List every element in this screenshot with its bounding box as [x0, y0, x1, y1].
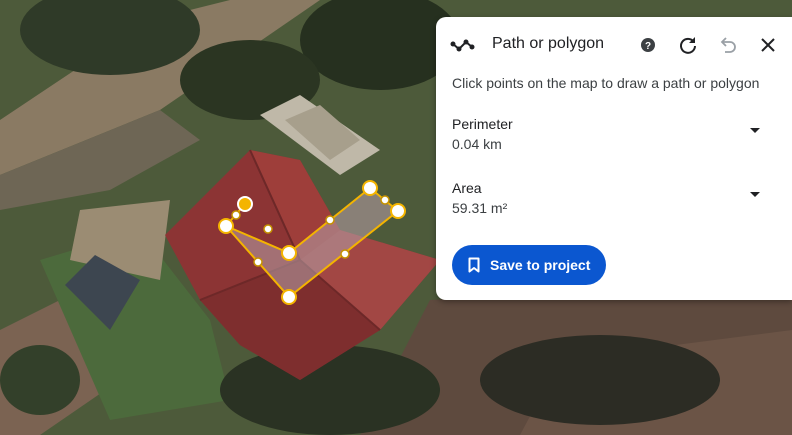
vertex-handle: [281, 245, 297, 261]
midpoint-handle: [380, 195, 390, 205]
undo-icon[interactable]: [714, 31, 742, 59]
vertex-handle: [281, 289, 297, 305]
midpoint-handle: [263, 224, 273, 234]
chevron-down-icon[interactable]: [750, 128, 760, 133]
perimeter-row[interactable]: Perimeter 0.04 km: [452, 116, 772, 160]
close-icon[interactable]: [754, 31, 782, 59]
midpoint-handle: [253, 257, 263, 267]
help-icon[interactable]: ?: [634, 31, 662, 59]
vertex-handle: [218, 218, 234, 234]
perimeter-label: Perimeter: [452, 116, 513, 132]
chevron-down-icon[interactable]: [750, 192, 760, 197]
area-value: 59.31 m²: [452, 200, 508, 216]
panel-title: Path or polygon: [492, 35, 605, 52]
measure-panel: Path or polygon ? Click points on the ma…: [436, 17, 792, 300]
perimeter-value: 0.04 km: [452, 136, 502, 152]
vertex-handle: [362, 180, 378, 196]
area-row[interactable]: Area 59.31 m²: [452, 180, 772, 224]
redo-icon[interactable]: [674, 31, 702, 59]
save-to-project-button[interactable]: Save to project: [452, 245, 606, 285]
midpoint-handle: [325, 215, 335, 225]
midpoint-handle: [231, 210, 241, 220]
instructions-text: Click points on the map to draw a path o…: [452, 75, 760, 91]
path-tool-icon: [450, 35, 478, 55]
svg-text:?: ?: [645, 41, 651, 52]
midpoint-handle: [340, 249, 350, 259]
active-vertex-handle: [237, 196, 253, 212]
panel-header: Path or polygon ?: [436, 17, 792, 73]
bookmark-icon: [468, 257, 480, 278]
vertex-handle: [390, 203, 406, 219]
area-label: Area: [452, 180, 482, 196]
save-button-label: Save to project: [490, 257, 591, 273]
